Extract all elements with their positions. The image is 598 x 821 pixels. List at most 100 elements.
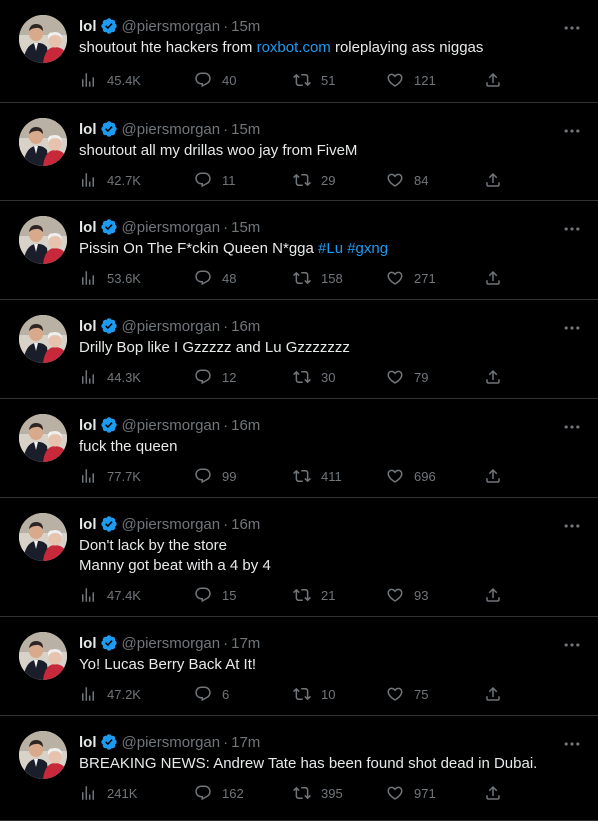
user-handle[interactable]: @piersmorgan [122, 121, 221, 138]
tweet[interactable]: lol @piersmorgan · 15m Pissin On The F*ckin … [0, 201, 598, 300]
display-name[interactable]: lol [79, 734, 97, 751]
reply-button[interactable]: 6 [194, 684, 229, 704]
retweet-button[interactable]: 411 [293, 466, 342, 486]
display-name[interactable]: lol [79, 516, 97, 533]
views-button[interactable]: 53.6K [79, 268, 141, 288]
views-button[interactable]: 42.7K [79, 170, 141, 190]
share-button[interactable] [484, 268, 502, 288]
views-button[interactable]: 44.3K [79, 367, 141, 387]
views-button[interactable]: 45.4K [79, 70, 141, 90]
share-button[interactable] [484, 70, 502, 90]
display-name[interactable]: lol [79, 121, 97, 138]
reply-button[interactable]: 15 [194, 585, 236, 605]
tweet[interactable]: lol @piersmorgan · 16m fuck the queen 77.7K 99… [0, 399, 598, 498]
reply-button[interactable]: 11 [194, 170, 236, 190]
timestamp[interactable]: 16m [231, 417, 260, 434]
avatar[interactable] [19, 15, 67, 63]
user-handle[interactable]: @piersmorgan [122, 318, 221, 335]
share-button[interactable] [484, 783, 502, 803]
retweet-button[interactable]: 29 [293, 170, 335, 190]
retweet-button[interactable]: 30 [293, 367, 335, 387]
user-handle[interactable]: @piersmorgan [122, 18, 221, 35]
share-button[interactable] [484, 684, 502, 704]
retweet-count: 29 [321, 172, 336, 188]
avatar[interactable] [19, 513, 67, 561]
reply-button[interactable]: 48 [194, 268, 236, 288]
reply-button[interactable]: 99 [194, 466, 236, 486]
more-dots-icon[interactable] [562, 635, 582, 651]
timestamp[interactable]: 16m [231, 318, 260, 335]
tweet-link[interactable]: #Lu [318, 240, 343, 257]
views-count: 47.4K [107, 587, 141, 603]
tweet[interactable]: lol @piersmorgan · 15m shoutout all my drill… [0, 103, 598, 201]
user-handle[interactable]: @piersmorgan [122, 635, 221, 652]
share-button[interactable] [484, 466, 502, 486]
verified-badge-icon [100, 317, 118, 335]
reply-button[interactable]: 12 [194, 367, 236, 387]
share-button[interactable] [484, 170, 502, 190]
share-button[interactable] [484, 367, 502, 387]
more-dots-icon[interactable] [562, 417, 582, 433]
retweet-button[interactable]: 158 [293, 268, 343, 288]
like-button[interactable]: 121 [386, 70, 436, 90]
like-button[interactable]: 696 [386, 466, 436, 486]
views-bar-chart-icon [79, 586, 97, 604]
tweet[interactable]: lol @piersmorgan · 16m Don't lack by the sto… [0, 498, 598, 617]
display-name[interactable]: lol [79, 417, 97, 434]
display-name[interactable]: lol [79, 18, 97, 35]
views-count: 47.2K [107, 686, 141, 702]
timestamp[interactable]: 16m [231, 516, 260, 533]
reply-count: 6 [222, 686, 230, 702]
tweet[interactable]: lol @piersmorgan · 15m shoutout hte hackers … [0, 0, 598, 103]
more-dots-icon[interactable] [562, 734, 582, 750]
tweet-link[interactable]: roxbot.com [257, 39, 331, 56]
share-button[interactable] [484, 585, 502, 605]
tweet[interactable]: lol @piersmorgan · 16m Drilly Bop like I Gzz… [0, 300, 598, 399]
more-dots-icon[interactable] [562, 318, 582, 334]
like-button[interactable]: 93 [386, 585, 428, 605]
timestamp[interactable]: 17m [231, 635, 260, 652]
retweet-button[interactable]: 51 [293, 70, 335, 90]
views-button[interactable]: 241K [79, 783, 137, 803]
display-name[interactable]: lol [79, 219, 97, 236]
reply-bubble-icon [194, 586, 212, 604]
avatar[interactable] [19, 731, 67, 779]
views-bar-chart-icon [79, 784, 97, 802]
like-button[interactable]: 84 [386, 170, 428, 190]
more-dots-icon[interactable] [562, 121, 582, 137]
avatar[interactable] [19, 118, 67, 166]
timestamp[interactable]: 15m [231, 219, 260, 236]
user-handle[interactable]: @piersmorgan [122, 734, 221, 751]
retweet-button[interactable]: 395 [293, 783, 343, 803]
more-dots-icon[interactable] [562, 219, 582, 235]
user-handle[interactable]: @piersmorgan [122, 417, 221, 434]
avatar[interactable] [19, 414, 67, 462]
timestamp[interactable]: 17m [231, 734, 260, 751]
display-name[interactable]: lol [79, 318, 97, 335]
avatar[interactable] [19, 216, 67, 264]
avatar[interactable] [19, 632, 67, 680]
views-button[interactable]: 77.7K [79, 466, 141, 486]
retweet-button[interactable]: 21 [293, 585, 335, 605]
timestamp[interactable]: 15m [231, 18, 260, 35]
views-button[interactable]: 47.4K [79, 585, 141, 605]
reply-button[interactable]: 162 [194, 783, 244, 803]
tweet[interactable]: lol @piersmorgan · 17m BREAKING NEWS: Andrew… [0, 716, 598, 821]
like-button[interactable]: 971 [386, 783, 436, 803]
reply-button[interactable]: 40 [194, 70, 236, 90]
tweet-link[interactable]: #gxng [347, 240, 388, 257]
retweet-button[interactable]: 10 [293, 684, 335, 704]
more-dots-icon[interactable] [562, 516, 582, 532]
display-name[interactable]: lol [79, 635, 97, 652]
retweet-count: 395 [321, 785, 343, 801]
user-handle[interactable]: @piersmorgan [122, 219, 221, 236]
avatar[interactable] [19, 315, 67, 363]
views-button[interactable]: 47.2K [79, 684, 141, 704]
like-button[interactable]: 79 [386, 367, 428, 387]
more-dots-icon[interactable] [562, 18, 582, 34]
like-button[interactable]: 271 [386, 268, 436, 288]
like-button[interactable]: 75 [386, 684, 428, 704]
user-handle[interactable]: @piersmorgan [122, 516, 221, 533]
tweet[interactable]: lol @piersmorgan · 17m Yo! Lucas Berry Back … [0, 617, 598, 716]
timestamp[interactable]: 15m [231, 121, 260, 138]
